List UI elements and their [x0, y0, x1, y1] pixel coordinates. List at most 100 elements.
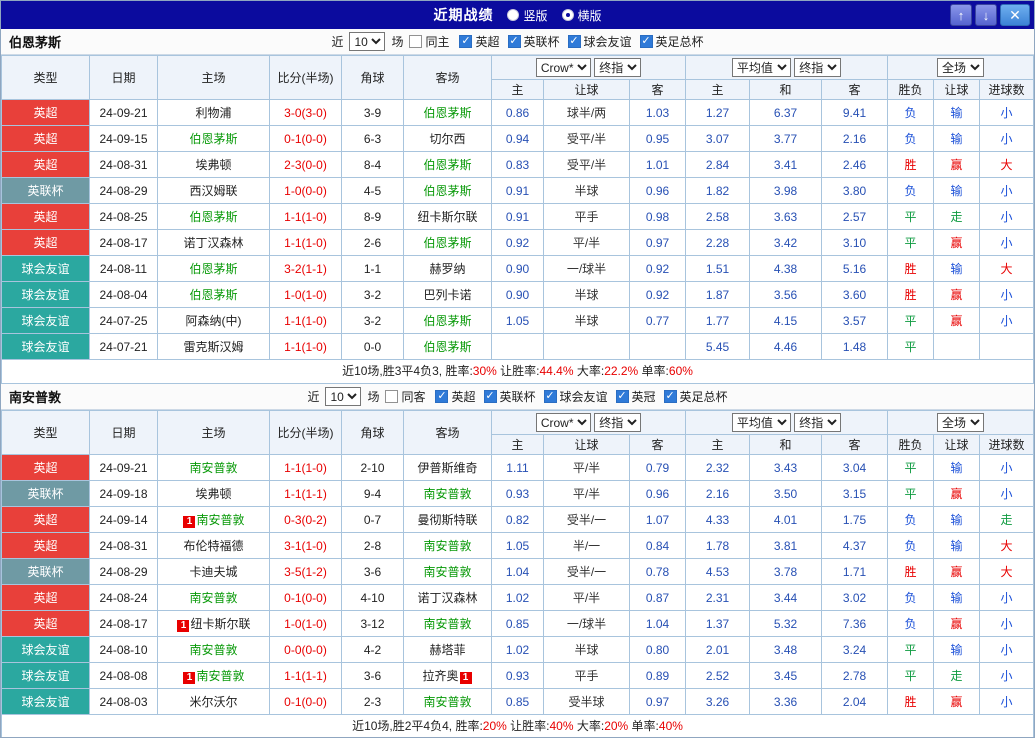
home-team-cell[interactable]: 南安普敦 — [158, 455, 270, 481]
league-filter[interactable]: ✓英联杯 — [508, 33, 560, 50]
team-link[interactable]: 南安普敦 — [189, 591, 237, 605]
checkbox-icon[interactable]: ✓ — [664, 390, 677, 403]
away-team-cell[interactable]: 赫罗纳 — [404, 256, 492, 282]
checkbox-icon[interactable]: ✓ — [640, 35, 653, 48]
league-filter[interactable]: ✓英足总杯 — [640, 33, 704, 50]
home-team-cell[interactable]: 卡迪夫城 — [158, 559, 270, 585]
league-filter[interactable]: ✓英联杯 — [484, 388, 536, 405]
home-team-cell[interactable]: 伯恩茅斯 — [158, 282, 270, 308]
league-filter[interactable]: ✓球会友谊 — [544, 388, 608, 405]
team-link[interactable]: 伯恩茅斯 — [423, 314, 471, 328]
team-link[interactable]: 南安普敦 — [196, 513, 244, 527]
home-team-cell[interactable]: 西汉姆联 — [158, 178, 270, 204]
away-team-cell[interactable]: 伯恩茅斯 — [404, 308, 492, 334]
away-team-cell[interactable]: 南安普敦 — [404, 481, 492, 507]
bookmaker-select[interactable]: Crow* — [536, 413, 591, 432]
league-filter[interactable]: ✓球会友谊 — [568, 33, 632, 50]
home-team-cell[interactable]: 伯恩茅斯 — [158, 126, 270, 152]
home-team-cell[interactable]: 南安普敦 — [158, 637, 270, 663]
team-link[interactable]: 伯恩茅斯 — [423, 106, 471, 120]
avg-stage-select[interactable]: 终指 — [794, 58, 841, 77]
away-team-cell[interactable]: 曼彻斯特联 — [404, 507, 492, 533]
team-link[interactable]: 伯恩茅斯 — [189, 132, 237, 146]
team-link[interactable]: 雷克斯汉姆 — [183, 340, 243, 354]
team-link[interactable]: 纽卡斯尔联 — [417, 210, 477, 224]
away-team-cell[interactable]: 伯恩茅斯 — [404, 334, 492, 360]
team-link[interactable]: 伯恩茅斯 — [423, 340, 471, 354]
avg-type-select[interactable]: 平均值 — [732, 413, 791, 432]
scroll-up-button[interactable]: ↑ — [950, 4, 972, 26]
team-link[interactable]: 南安普敦 — [189, 461, 237, 475]
match-period-select[interactable]: 全场 — [937, 413, 984, 432]
away-team-cell[interactable]: 切尔西 — [404, 126, 492, 152]
scroll-down-button[interactable]: ↓ — [975, 4, 997, 26]
match-period-select[interactable]: 全场 — [937, 58, 984, 77]
odds-stage-select[interactable]: 终指 — [594, 413, 641, 432]
same-venue-filter[interactable]: 同客 — [385, 388, 425, 405]
checkbox-icon[interactable]: ✓ — [484, 390, 497, 403]
team-link[interactable]: 伯恩茅斯 — [423, 158, 471, 172]
team-link[interactable]: 南安普敦 — [423, 695, 471, 709]
home-team-cell[interactable]: 1南安普敦 — [158, 507, 270, 533]
team-link[interactable]: 南安普敦 — [423, 565, 471, 579]
bookmaker-select[interactable]: Crow* — [536, 58, 591, 77]
home-team-cell[interactable]: 诺丁汉森林 — [158, 230, 270, 256]
home-team-cell[interactable]: 布伦特福德 — [158, 533, 270, 559]
team-link[interactable]: 布伦特福德 — [183, 539, 243, 553]
away-team-cell[interactable]: 诺丁汉森林 — [404, 585, 492, 611]
home-team-cell[interactable]: 1南安普敦 — [158, 663, 270, 689]
team-link[interactable]: 纽卡斯尔联 — [190, 617, 250, 631]
team-link[interactable]: 埃弗顿 — [195, 158, 231, 172]
away-team-cell[interactable]: 伯恩茅斯 — [404, 178, 492, 204]
avg-type-select[interactable]: 平均值 — [732, 58, 791, 77]
checkbox-icon[interactable]: ✓ — [544, 390, 557, 403]
team-link[interactable]: 阿森纳(中) — [186, 314, 242, 328]
away-team-cell[interactable]: 伯恩茅斯 — [404, 230, 492, 256]
team-link[interactable]: 南安普敦 — [196, 669, 244, 683]
league-filter[interactable]: ✓英超 — [459, 33, 499, 50]
view-option-horizontal[interactable]: 横版 — [562, 7, 602, 24]
team-link[interactable]: 南安普敦 — [423, 617, 471, 631]
match-count-select[interactable]: 10 — [325, 387, 361, 406]
avg-stage-select[interactable]: 终指 — [794, 413, 841, 432]
team-link[interactable]: 南安普敦 — [423, 487, 471, 501]
team-link[interactable]: 埃弗顿 — [195, 487, 231, 501]
team-link[interactable]: 拉齐奥 — [422, 669, 458, 683]
team-link[interactable]: 伯恩茅斯 — [423, 236, 471, 250]
team-link[interactable]: 诺丁汉森林 — [183, 236, 243, 250]
home-team-cell[interactable]: 利物浦 — [158, 100, 270, 126]
away-team-cell[interactable]: 伯恩茅斯 — [404, 100, 492, 126]
league-filter[interactable]: ✓英超 — [435, 388, 475, 405]
home-team-cell[interactable]: 埃弗顿 — [158, 152, 270, 178]
team-link[interactable]: 巴列卡诺 — [423, 288, 471, 302]
away-team-cell[interactable]: 南安普敦 — [404, 611, 492, 637]
checkbox-icon[interactable] — [409, 35, 422, 48]
home-team-cell[interactable]: 南安普敦 — [158, 585, 270, 611]
home-team-cell[interactable]: 伯恩茅斯 — [158, 204, 270, 230]
home-team-cell[interactable]: 1纽卡斯尔联 — [158, 611, 270, 637]
home-team-cell[interactable]: 埃弗顿 — [158, 481, 270, 507]
odds-stage-select[interactable]: 终指 — [594, 58, 641, 77]
home-team-cell[interactable]: 伯恩茅斯 — [158, 256, 270, 282]
team-link[interactable]: 伯恩茅斯 — [423, 184, 471, 198]
same-venue-filter[interactable]: 同主 — [409, 33, 449, 50]
checkbox-icon[interactable]: ✓ — [435, 390, 448, 403]
home-team-cell[interactable]: 米尔沃尔 — [158, 689, 270, 715]
away-team-cell[interactable]: 伯恩茅斯 — [404, 152, 492, 178]
team-link[interactable]: 西汉姆联 — [189, 184, 237, 198]
team-link[interactable]: 赫塔菲 — [429, 643, 465, 657]
team-link[interactable]: 南安普敦 — [189, 643, 237, 657]
home-team-cell[interactable]: 雷克斯汉姆 — [158, 334, 270, 360]
away-team-cell[interactable]: 南安普敦 — [404, 689, 492, 715]
home-team-cell[interactable]: 阿森纳(中) — [158, 308, 270, 334]
team-link[interactable]: 切尔西 — [429, 132, 465, 146]
away-team-cell[interactable]: 纽卡斯尔联 — [404, 204, 492, 230]
checkbox-icon[interactable]: ✓ — [568, 35, 581, 48]
team-link[interactable]: 伯恩茅斯 — [189, 262, 237, 276]
league-filter[interactable]: ✓英冠 — [616, 388, 656, 405]
view-option-vertical[interactable]: 竖版 — [507, 7, 547, 24]
away-team-cell[interactable]: 巴列卡诺 — [404, 282, 492, 308]
radio-checked-icon[interactable] — [562, 9, 574, 21]
team-link[interactable]: 伊普斯维奇 — [417, 461, 477, 475]
away-team-cell[interactable]: 伊普斯维奇 — [404, 455, 492, 481]
